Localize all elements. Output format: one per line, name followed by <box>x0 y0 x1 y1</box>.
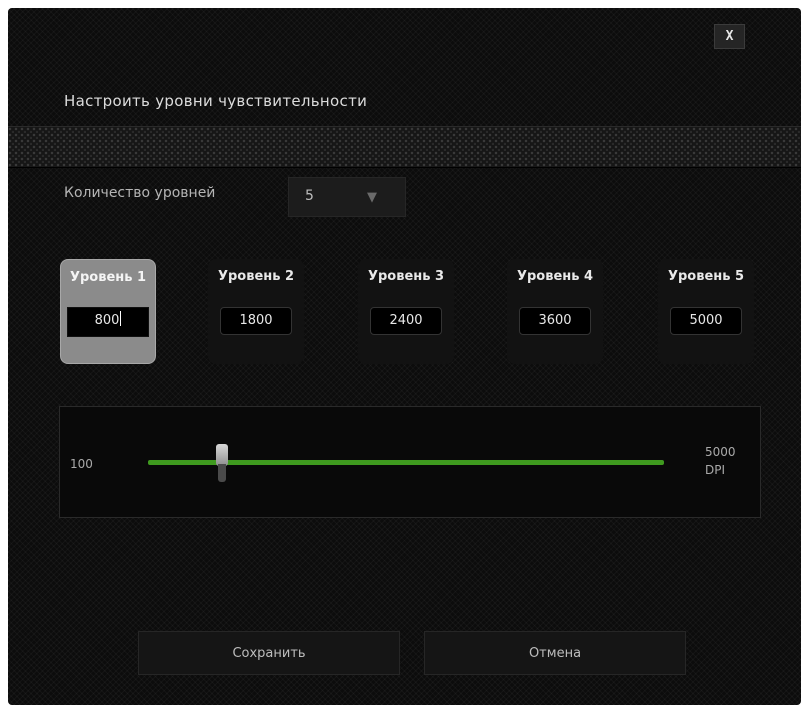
levels-count-value: 5 <box>305 188 314 204</box>
slider-handle[interactable] <box>216 444 228 482</box>
level-4-label: Уровень 4 <box>516 269 594 284</box>
level-1-card[interactable]: Уровень 1 800 <box>60 259 156 364</box>
level-3-input[interactable]: 2400 <box>370 307 442 335</box>
level-3-label: Уровень 3 <box>367 269 445 284</box>
level-1-label: Уровень 1 <box>69 270 147 285</box>
level-5-card[interactable]: Уровень 5 5000 <box>658 259 754 364</box>
slider-min-label: 100 <box>70 457 93 471</box>
slider-unit: DPI <box>705 463 726 477</box>
levels-count-label: Количество уровней <box>64 185 216 201</box>
level-2-label: Уровень 2 <box>217 269 295 284</box>
dialog-title: Настроить уровни чувствительности <box>64 92 368 110</box>
close-button[interactable]: X <box>714 24 745 49</box>
level-1-input[interactable]: 800 <box>67 307 149 337</box>
level-5-input[interactable]: 5000 <box>670 307 742 335</box>
level-4-input[interactable]: 3600 <box>519 307 591 335</box>
level-4-card[interactable]: Уровень 4 3600 <box>507 259 603 364</box>
slider-handle-cap <box>216 444 228 466</box>
level-3-card[interactable]: Уровень 3 2400 <box>358 259 454 364</box>
sensitivity-slider-panel: 100 5000 DPI <box>59 406 761 518</box>
level-5-label: Уровень 5 <box>667 269 745 284</box>
header-texture-bar <box>8 126 801 168</box>
slider-handle-stem <box>218 464 226 482</box>
level-2-card[interactable]: Уровень 2 1800 <box>208 259 304 364</box>
cancel-button[interactable]: Отмена <box>424 631 686 675</box>
levels-count-select[interactable]: 5 ▼ <box>288 177 406 217</box>
save-button[interactable]: Сохранить <box>138 631 400 675</box>
sensitivity-dialog: X Настроить уровни чувствительности Коли… <box>8 8 801 705</box>
level-2-input[interactable]: 1800 <box>220 307 292 335</box>
text-cursor <box>120 311 122 326</box>
dropdown-arrow-icon: ▼ <box>367 190 377 205</box>
slider-max-label: 5000 DPI <box>705 443 736 479</box>
slider-max-value: 5000 <box>705 445 736 459</box>
